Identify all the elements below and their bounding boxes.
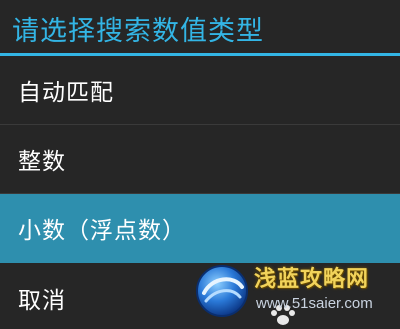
cancel-button[interactable]: 取消 (0, 263, 400, 329)
option-label: 自动匹配 (18, 80, 114, 106)
option-label: 取消 (18, 287, 66, 314)
option-integer[interactable]: 整数 (0, 125, 400, 194)
title-divider (0, 53, 400, 56)
dialog-title: 请选择搜索数值类型 (12, 15, 264, 47)
option-decimal-float[interactable]: 小数（浮点数） (0, 194, 400, 263)
option-label: 整数 (18, 149, 66, 175)
search-value-type-dialog: 请选择搜索数值类型 自动匹配 整数 小数（浮点数） 取消 浅蓝攻略网 www.5… (0, 0, 400, 329)
paw-print-icon (271, 305, 295, 325)
option-auto-match[interactable]: 自动匹配 (0, 56, 400, 125)
dialog-header: 请选择搜索数值类型 (0, 0, 400, 56)
option-label: 小数（浮点数） (18, 218, 186, 244)
option-list: 自动匹配 整数 小数（浮点数） 取消 (0, 56, 400, 329)
